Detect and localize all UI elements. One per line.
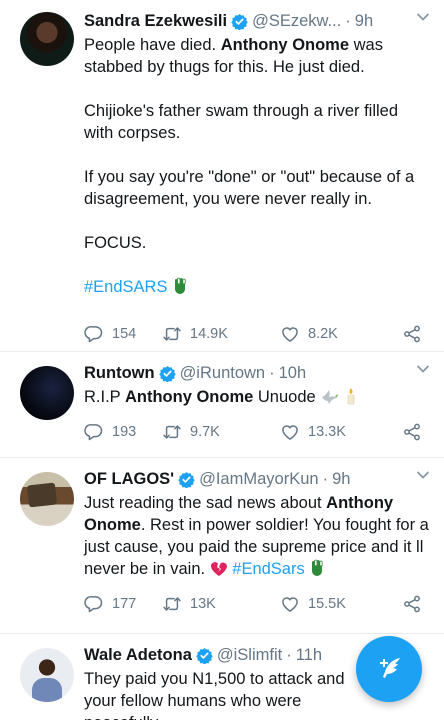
- chevron-down-icon[interactable]: [416, 364, 430, 374]
- author-handle[interactable]: @iSlimfit: [217, 646, 282, 665]
- tweet[interactable]: Runtown @iRuntown · 10h R.I.P Anthony On…: [0, 352, 444, 458]
- compose-tweet-icon: [380, 658, 400, 678]
- verified-badge-icon: [159, 365, 176, 382]
- reply-button[interactable]: 177: [84, 594, 162, 614]
- text-paragraph: FOCUS.: [84, 234, 147, 252]
- text-span: R.I.P: [84, 388, 125, 406]
- retweet-button[interactable]: 9.7K: [162, 422, 280, 442]
- separator-dot: ·: [286, 645, 292, 664]
- retweet-button[interactable]: 13K: [162, 594, 280, 614]
- author-handle[interactable]: @iRuntown: [180, 364, 266, 383]
- tweet-text: They paid you N1,500 to attack and your …: [84, 668, 364, 720]
- share-button[interactable]: [402, 422, 430, 442]
- retweet-button[interactable]: 14.9K: [162, 324, 280, 344]
- avatar[interactable]: [20, 366, 74, 420]
- author-name[interactable]: Wale Adetona: [84, 646, 192, 665]
- broken-heart-icon: [210, 562, 227, 576]
- hashtag-link[interactable]: #EndSARS: [84, 278, 167, 296]
- tweet-actions: 193 9.7K 13.3K: [84, 414, 430, 450]
- like-button[interactable]: 8.2K: [280, 324, 384, 344]
- retweet-icon: [162, 324, 182, 344]
- tweet-header: Sandra Ezekwesili @SEzekw... · 9h: [84, 10, 430, 32]
- heart-icon: [280, 594, 300, 614]
- tweet-actions: 154 14.9K 8.2K: [84, 316, 430, 352]
- timestamp[interactable]: 11h: [296, 646, 322, 665]
- separator-dot: ·: [322, 469, 329, 488]
- separator-dot: ·: [345, 11, 351, 30]
- bold-name: Anthony Onome: [124, 388, 254, 406]
- separator-dot: ·: [269, 363, 275, 382]
- timestamp[interactable]: 10h: [279, 364, 307, 383]
- timestamp[interactable]: 9h: [332, 470, 350, 489]
- hashtag-link[interactable]: #EndSars: [232, 560, 304, 578]
- retweet-count: 13K: [190, 596, 216, 612]
- text-paragraph: They paid you N1,500 to attack and your …: [84, 670, 345, 720]
- reply-count: 177: [112, 596, 137, 612]
- reply-icon: [84, 594, 104, 614]
- timestamp[interactable]: 9h: [355, 12, 373, 31]
- retweet-count: 9.7K: [190, 424, 220, 440]
- tweet[interactable]: Sandra Ezekwesili @SEzekw... · 9h People…: [0, 0, 444, 352]
- reply-count: 154: [112, 326, 137, 342]
- like-button[interactable]: 13.3K: [280, 422, 384, 442]
- author-name[interactable]: OF LAGOS': [84, 470, 174, 489]
- like-button[interactable]: 15.5K: [280, 594, 384, 614]
- share-icon: [402, 422, 422, 442]
- reply-count: 193: [112, 424, 137, 440]
- author-handle[interactable]: @SEzekw...: [252, 12, 341, 31]
- retweet-count: 14.9K: [190, 326, 228, 342]
- reply-button[interactable]: 154: [84, 324, 162, 344]
- tweet-header: OF LAGOS' @IamMayorKun · 9h: [84, 468, 430, 490]
- author-handle[interactable]: @IamMayorKun: [199, 470, 318, 489]
- like-count: 8.2K: [308, 326, 338, 342]
- heart-icon: [280, 422, 300, 442]
- retweet-icon: [162, 594, 182, 614]
- text-span: Unuode: [253, 388, 316, 406]
- raised-fist-icon: [309, 559, 325, 577]
- chevron-down-icon[interactable]: [416, 12, 430, 22]
- reply-icon: [84, 422, 104, 442]
- text-span: People have died.: [84, 36, 221, 54]
- tweet-text: Just reading the sad news about Anthony …: [84, 492, 430, 580]
- raised-fist-icon: [172, 277, 188, 295]
- chevron-down-icon[interactable]: [416, 470, 430, 480]
- verified-badge-icon: [178, 471, 195, 488]
- bold-name: Anthony Onome: [220, 36, 350, 54]
- heart-icon: [280, 324, 300, 344]
- author-name[interactable]: Sandra Ezekwesili: [84, 12, 227, 31]
- share-button[interactable]: [402, 594, 430, 614]
- tweet-header: Runtown @iRuntown · 10h: [84, 362, 430, 384]
- text-paragraph: If you say you're "done" or "out" becaus…: [84, 168, 415, 208]
- tweet-text: People have died. Anthony Onome was stab…: [84, 34, 430, 298]
- tweet-text: R.I.P Anthony Onome Unuode: [84, 386, 430, 408]
- avatar[interactable]: [20, 12, 74, 66]
- retweet-icon: [162, 422, 182, 442]
- reply-button[interactable]: 193: [84, 422, 162, 442]
- avatar[interactable]: [20, 472, 74, 526]
- share-button[interactable]: [402, 324, 430, 344]
- share-icon: [402, 324, 422, 344]
- author-name[interactable]: Runtown: [84, 364, 155, 383]
- like-count: 13.3K: [308, 424, 346, 440]
- tweet[interactable]: OF LAGOS' @IamMayorKun · 9h Just reading…: [0, 458, 444, 634]
- tweet-actions: 177 13K 15.5K: [84, 586, 430, 622]
- dove-icon: [322, 390, 339, 404]
- text-paragraph: Chijioke's father swam through a river f…: [84, 102, 399, 142]
- share-icon: [402, 594, 422, 614]
- candle-icon: [347, 388, 355, 405]
- verified-badge-icon: [231, 13, 248, 30]
- verified-badge-icon: [196, 647, 213, 664]
- text-span: Just reading the sad news about: [84, 494, 327, 512]
- compose-tweet-button[interactable]: [356, 636, 422, 702]
- avatar[interactable]: [20, 648, 74, 702]
- like-count: 15.5K: [308, 596, 346, 612]
- reply-icon: [84, 324, 104, 344]
